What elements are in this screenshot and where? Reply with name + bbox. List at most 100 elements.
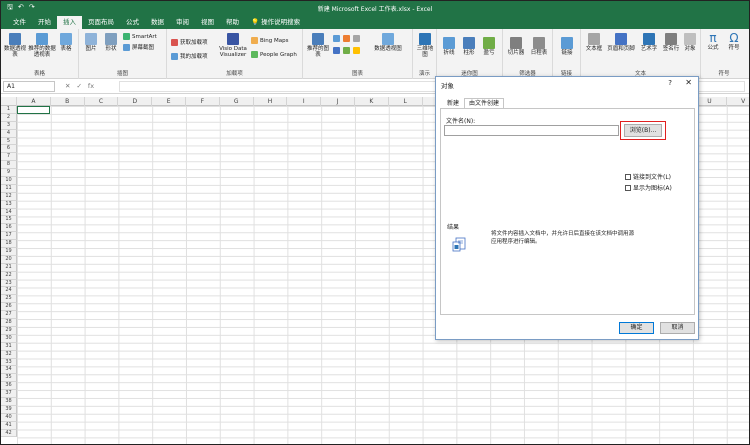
column-chart-icon[interactable]: [333, 35, 340, 42]
row-header[interactable]: 28: [1, 319, 17, 327]
column-header[interactable]: K: [355, 97, 389, 106]
ok-button[interactable]: 确定: [619, 322, 654, 334]
row-header[interactable]: 41: [1, 421, 17, 430]
tell-me-search[interactable]: 💡 操作说明搜索: [245, 16, 306, 29]
column-header[interactable]: L: [389, 97, 423, 106]
column-header[interactable]: E: [152, 97, 186, 106]
filename-input[interactable]: [444, 125, 619, 136]
smartart-button[interactable]: SmartArt: [123, 33, 157, 40]
row-header[interactable]: 13: [1, 200, 17, 209]
statistic-chart-icon[interactable]: [343, 47, 350, 54]
recommended-charts-button[interactable]: 推荐的图表: [307, 33, 329, 58]
row-header[interactable]: 19: [1, 248, 17, 256]
row-header[interactable]: 42: [1, 429, 17, 438]
row-header[interactable]: 26: [1, 303, 17, 312]
display-as-icon-checkbox[interactable]: 显示为图标(A): [625, 183, 672, 192]
row-header[interactable]: 30: [1, 334, 17, 343]
row-header[interactable]: 6: [1, 145, 17, 154]
wordart-button[interactable]: 艺术字: [639, 33, 659, 52]
pictures-button[interactable]: 图片: [83, 33, 99, 52]
row-header[interactable]: 8: [1, 161, 17, 170]
bing-maps-button[interactable]: Bing Maps: [251, 37, 289, 44]
object-button[interactable]: 对象: [682, 33, 698, 52]
column-header[interactable]: I: [287, 97, 322, 106]
row-header[interactable]: 3: [1, 121, 17, 130]
column-header[interactable]: F: [186, 97, 220, 106]
row-header[interactable]: 18: [1, 240, 17, 249]
row-header[interactable]: 21: [1, 263, 17, 272]
name-box[interactable]: A1: [3, 81, 55, 92]
row-header[interactable]: 15: [1, 216, 17, 225]
visio-visualizer-button[interactable]: Visio Data Visualizer: [219, 33, 247, 58]
row-header[interactable]: 14: [1, 208, 17, 217]
column-header[interactable]: V: [727, 97, 749, 106]
column-header[interactable]: H: [254, 97, 288, 106]
row-header[interactable]: 22: [1, 271, 17, 280]
help-button[interactable]: ?: [668, 79, 672, 87]
checkbox-box[interactable]: [625, 173, 631, 180]
column-header[interactable]: A: [17, 97, 51, 106]
column-header[interactable]: C: [85, 97, 119, 106]
symbol-button[interactable]: Ω 符号: [725, 32, 743, 52]
header-footer-button[interactable]: 页眉和页脚: [606, 33, 636, 52]
row-header[interactable]: 38: [1, 397, 17, 406]
row-header[interactable]: 5: [1, 137, 17, 146]
row-header[interactable]: 25: [1, 295, 17, 304]
row-header[interactable]: 27: [1, 311, 17, 320]
row-header[interactable]: 7: [1, 153, 17, 162]
row-header[interactable]: 37: [1, 390, 17, 398]
row-header[interactable]: 17: [1, 232, 17, 241]
pivot-table-button[interactable]: 数据透视表: [4, 33, 26, 58]
row-header[interactable]: 10: [1, 177, 17, 185]
chart-type-buttons-2[interactable]: [333, 47, 360, 54]
row-header[interactable]: 24: [1, 287, 17, 296]
bar-chart-icon[interactable]: [333, 47, 340, 54]
table-button[interactable]: 表格: [57, 33, 75, 52]
tab-page-layout[interactable]: 页面布局: [82, 16, 120, 29]
cancel-icon[interactable]: ✕: [65, 82, 70, 90]
row-header[interactable]: 32: [1, 350, 17, 359]
row-header[interactable]: 9: [1, 169, 17, 178]
tab-view[interactable]: 视图: [195, 16, 220, 29]
function-icon[interactable]: fx: [88, 82, 94, 90]
row-header[interactable]: 36: [1, 382, 17, 391]
line-chart-icon[interactable]: [343, 35, 350, 42]
browse-button[interactable]: 浏览(B)...: [624, 124, 662, 137]
slicer-button[interactable]: 切片器: [506, 37, 526, 56]
scatter-chart-icon[interactable]: [353, 47, 360, 54]
recommended-pivot-button[interactable]: 推荐的数据透视表: [28, 33, 56, 58]
tab-data[interactable]: 数据: [145, 16, 170, 29]
select-all-corner[interactable]: [1, 97, 17, 106]
tab-insert[interactable]: 插入: [57, 16, 82, 29]
equation-button[interactable]: π 公式: [704, 32, 722, 52]
cancel-button[interactable]: 取消: [660, 322, 695, 334]
column-header[interactable]: B: [51, 97, 85, 106]
active-cell[interactable]: [17, 106, 50, 114]
row-header[interactable]: 31: [1, 342, 17, 351]
link-to-file-checkbox[interactable]: 链接到文件(L): [625, 172, 671, 181]
column-header[interactable]: J: [321, 97, 355, 106]
row-header[interactable]: 12: [1, 192, 17, 201]
row-header[interactable]: 2: [1, 113, 17, 122]
shapes-button[interactable]: 形状: [103, 33, 119, 52]
column-header[interactable]: G: [220, 97, 254, 106]
row-header[interactable]: 20: [1, 255, 17, 264]
3d-map-button[interactable]: 三维地图: [415, 33, 435, 58]
column-header[interactable]: D: [118, 97, 153, 106]
row-header[interactable]: 34: [1, 366, 17, 375]
enter-icon[interactable]: ✓: [76, 82, 81, 90]
row-header[interactable]: 23: [1, 279, 17, 288]
pivot-chart-button[interactable]: 数据透视图: [373, 33, 403, 52]
checkbox-box[interactable]: [625, 184, 631, 191]
tab-help[interactable]: 帮助: [220, 16, 245, 29]
sparkline-column-button[interactable]: 柱形: [461, 37, 477, 56]
row-header[interactable]: 33: [1, 358, 17, 367]
link-button[interactable]: 链接: [558, 37, 576, 56]
row-header[interactable]: 1: [1, 106, 17, 114]
screenshot-button[interactable]: 屏幕截图: [123, 43, 154, 51]
tab-file[interactable]: 文件: [7, 16, 32, 29]
row-header[interactable]: 4: [1, 129, 17, 138]
sparkline-line-button[interactable]: 折线: [441, 37, 457, 56]
pie-chart-icon[interactable]: [353, 35, 360, 42]
timeline-button[interactable]: 日程表: [529, 37, 549, 56]
